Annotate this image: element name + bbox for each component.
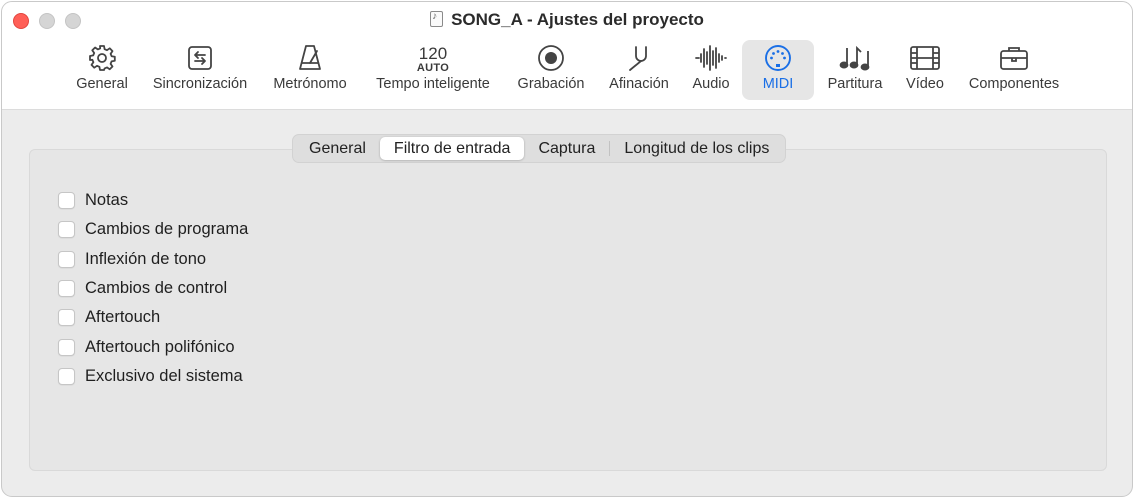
toolbar-smart-tempo[interactable]: 120 AUTO Tempo inteligente: [366, 40, 500, 100]
toolbar-score-label: Partitura: [827, 76, 883, 92]
toolbar-smart-tempo-label: Tempo inteligente: [376, 76, 490, 92]
pitch-bend-checkbox[interactable]: [58, 250, 75, 268]
aftertouch-label: Aftertouch: [85, 308, 161, 326]
midi-icon: [763, 40, 793, 76]
toolbar-tuning[interactable]: Afinación: [602, 40, 676, 100]
toolbar-components[interactable]: Componentes: [960, 40, 1068, 100]
filter-option-system-exclusive[interactable]: Exclusivo del sistema: [58, 366, 243, 388]
filter-option-notes[interactable]: Notas: [58, 189, 128, 211]
toolbar-components-label: Componentes: [968, 76, 1060, 92]
film-icon: [909, 40, 941, 76]
waveform-icon: [694, 40, 728, 76]
toolbar-recording[interactable]: Grabación: [510, 40, 592, 100]
pitch-bend-label: Inflexión de tono: [85, 249, 207, 268]
settings-panel: [29, 149, 1107, 471]
settings-toolbar: General Sincronización Metrónomo 120 AUT…: [2, 40, 1132, 102]
tab-clip-length[interactable]: Longitud de los clips: [610, 137, 783, 160]
window-title-text: SONG_A - Ajustes del proyecto: [451, 10, 704, 29]
poly-aftertouch-label: Aftertouch polifónico: [85, 337, 235, 356]
toolbar-general-label: General: [76, 76, 128, 92]
control-changes-label: Cambios de control: [85, 279, 228, 297]
filter-option-aftertouch[interactable]: Aftertouch: [58, 307, 160, 329]
window-title: SONG_A - Ajustes del proyecto: [2, 10, 1132, 30]
notes-label: Notas: [85, 190, 129, 209]
toolbar-audio[interactable]: Audio: [684, 40, 738, 100]
tempo-readout: 120 AUTO: [417, 40, 449, 76]
program-changes-label: Cambios de programa: [85, 220, 249, 238]
toolbar-sync[interactable]: Sincronización: [144, 40, 256, 100]
filter-option-control-changes[interactable]: Cambios de control: [58, 278, 227, 300]
toolbar-metronome-label: Metrónomo: [273, 76, 347, 92]
filter-option-poly-aftertouch[interactable]: Aftertouch polifónico: [58, 336, 235, 358]
toolbar-midi[interactable]: MIDI: [742, 40, 814, 100]
control-changes-checkbox[interactable]: [58, 280, 75, 297]
tab-bar: General Filtro de entrada Captura Longit…: [292, 134, 787, 163]
poly-aftertouch-checkbox[interactable]: [58, 338, 75, 356]
tempo-value: 120: [418, 43, 448, 63]
tab-capture[interactable]: Captura: [524, 137, 609, 160]
title-bar: SONG_A - Ajustes del proyecto General: [2, 2, 1132, 110]
record-icon: [536, 40, 566, 76]
toolbar-metronome[interactable]: Metrónomo: [264, 40, 356, 100]
tab-input-filter[interactable]: Filtro de entrada: [379, 137, 525, 160]
tempo-mode: AUTO: [416, 61, 450, 74]
toolbar-general[interactable]: General: [68, 40, 136, 100]
gear-icon: [87, 40, 117, 76]
project-file-icon: [430, 11, 444, 27]
system-exclusive-label: Exclusivo del sistema: [85, 367, 243, 385]
toolbar-score[interactable]: Partitura: [820, 40, 890, 100]
tuning-fork-icon: [624, 40, 654, 76]
filter-option-pitch-bend[interactable]: Inflexión de tono: [58, 248, 206, 270]
notes-icon: [838, 40, 872, 76]
toolbar-video[interactable]: Vídeo: [898, 40, 952, 100]
toolbar-recording-label: Grabación: [517, 76, 585, 92]
toolbar-sync-label: Sincronización: [152, 76, 248, 92]
aftertouch-checkbox[interactable]: [58, 309, 75, 326]
toolbar-tuning-label: Afinación: [609, 76, 669, 92]
program-changes-checkbox[interactable]: [58, 221, 75, 238]
metronome-icon: [295, 40, 325, 76]
sync-icon: [186, 40, 214, 76]
notes-checkbox[interactable]: [58, 191, 75, 209]
system-exclusive-checkbox[interactable]: [58, 368, 75, 385]
filter-option-program-changes[interactable]: Cambios de programa: [58, 219, 248, 241]
tab-general[interactable]: General: [295, 137, 380, 160]
toolbar-video-label: Vídeo: [906, 76, 944, 92]
toolbar-midi-label: MIDI: [762, 76, 794, 92]
toolbar-audio-label: Audio: [692, 76, 730, 92]
briefcase-icon: [998, 40, 1030, 76]
